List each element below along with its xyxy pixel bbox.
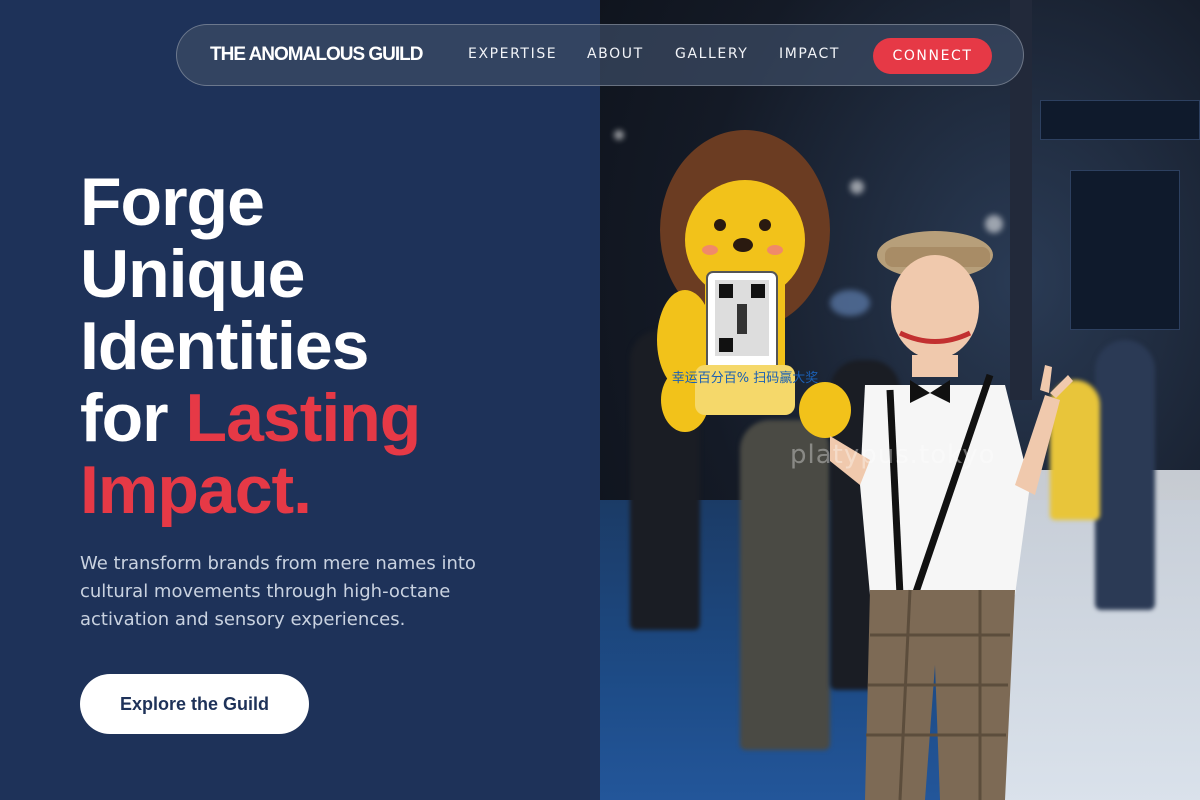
booth-screen <box>1070 170 1180 330</box>
nav-link-expertise[interactable]: EXPERTISE <box>468 46 557 62</box>
crowd-person <box>1095 340 1155 610</box>
explore-guild-button[interactable]: Explore the Guild <box>80 674 309 734</box>
hero-headline: Forge Unique Identities for Lasting Impa… <box>80 166 580 526</box>
booth-sign <box>1040 100 1200 140</box>
headline-line: Forge <box>80 164 265 240</box>
headline-line: Identities <box>80 308 369 384</box>
nav-link-impact[interactable]: IMPACT <box>779 46 840 62</box>
connect-button[interactable]: CONNECT <box>873 38 992 74</box>
nav-link-gallery[interactable]: GALLERY <box>675 46 748 62</box>
hero-subtext: We transform brands from mere names into… <box>80 553 476 630</box>
mascot-sign-text: 幸运百分百% 扫码赢大奖 <box>672 370 819 386</box>
bokeh-light <box>614 130 624 140</box>
photo-watermark: platypus.tokyo <box>790 440 996 470</box>
mascot-sign: 幸运百分百% 扫码赢大奖 <box>657 130 851 438</box>
headline-line: Unique <box>80 236 305 312</box>
headline-line: for <box>80 380 186 456</box>
headline-accent: Lasting <box>185 380 422 456</box>
brand-logo[interactable]: THE ANOMALOUS GUILD <box>210 44 424 66</box>
nav-link-about[interactable]: ABOUT <box>587 46 644 62</box>
headline-accent: Impact. <box>80 452 312 528</box>
hostess-figure <box>830 231 1073 800</box>
top-navbar: THE ANOMALOUS GUILD EXPERTISE ABOUT GALL… <box>176 24 1024 86</box>
